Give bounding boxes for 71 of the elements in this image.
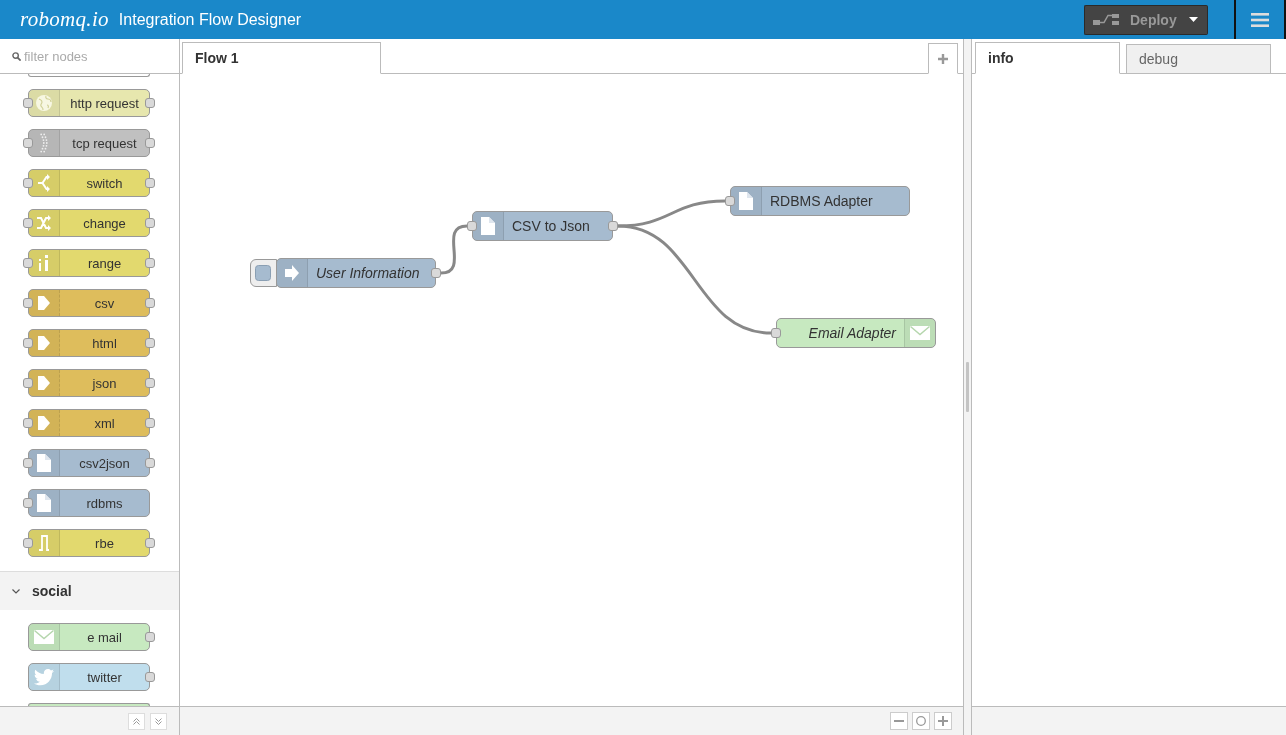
palette-node[interactable]: csv xyxy=(28,289,150,317)
caret-icon xyxy=(1189,17,1198,22)
category-header[interactable]: social xyxy=(0,572,179,610)
sidebar-tab[interactable]: info xyxy=(975,42,1120,74)
plus-icon xyxy=(938,716,948,726)
flow-tab[interactable]: Flow 1 xyxy=(182,42,381,74)
palette-node[interactable]: http request xyxy=(28,89,150,117)
circle-icon xyxy=(916,716,926,726)
arrow-icon xyxy=(38,295,50,311)
inject-button[interactable] xyxy=(250,259,277,287)
bird-icon xyxy=(34,668,54,686)
menu-button[interactable] xyxy=(1234,0,1286,39)
deploy-menu-button[interactable] xyxy=(1180,4,1208,35)
arrow-icon xyxy=(38,375,50,391)
add-flow-button[interactable] xyxy=(928,43,958,74)
square-icon xyxy=(255,265,271,281)
output-port[interactable] xyxy=(608,221,618,231)
shuffle-icon xyxy=(37,215,51,231)
minus-icon xyxy=(894,720,904,722)
logo-text: robomq.io xyxy=(20,7,109,32)
input-port[interactable] xyxy=(771,328,781,338)
linked-boxes-icon xyxy=(1093,13,1119,26)
palette-node[interactable] xyxy=(28,74,150,77)
arrow-icon xyxy=(38,335,50,351)
sidebar-tab[interactable]: debug xyxy=(1126,44,1271,74)
menu-icon xyxy=(1251,12,1269,27)
double-chevron-down-icon xyxy=(155,717,162,725)
palette-node[interactable]: rbe xyxy=(28,529,150,557)
flow-node[interactable]: RDBMS Adapter xyxy=(730,186,910,216)
input-port[interactable] xyxy=(467,221,477,231)
arrow-icon xyxy=(285,265,299,281)
document-icon xyxy=(481,217,495,235)
splitter-handle[interactable] xyxy=(966,362,969,412)
envelope-icon xyxy=(910,326,930,340)
input-port[interactable] xyxy=(725,196,735,206)
bars-icon xyxy=(39,255,49,271)
wire xyxy=(440,224,468,275)
dots-icon xyxy=(39,133,49,153)
palette-node[interactable]: twitter xyxy=(28,663,150,691)
plus-icon xyxy=(938,53,948,64)
palette-node[interactable]: json xyxy=(28,369,150,397)
palette-node[interactable]: rdbms xyxy=(28,489,150,517)
palette-node[interactable] xyxy=(28,703,150,706)
step-icon xyxy=(39,535,49,551)
collapse-all-button[interactable] xyxy=(128,712,145,730)
arrow-icon xyxy=(38,415,50,431)
branch-arrows-icon xyxy=(38,174,50,192)
app-title: Integration Flow Designer xyxy=(118,10,302,29)
palette-node[interactable]: xml xyxy=(28,409,150,437)
zoom-in-button[interactable] xyxy=(934,712,952,730)
output-port[interactable] xyxy=(431,268,441,278)
zoom-out-button[interactable] xyxy=(890,712,908,730)
flow-node[interactable]: Email Adapter xyxy=(776,318,936,348)
palette-node[interactable]: e mail xyxy=(28,623,150,651)
expand-all-button[interactable] xyxy=(150,712,167,730)
palette-node[interactable]: range xyxy=(28,249,150,277)
palette-node[interactable]: switch xyxy=(28,169,150,197)
zoom-reset-button[interactable] xyxy=(912,712,930,730)
envelope-icon xyxy=(34,630,54,644)
palette-node[interactable]: csv2json xyxy=(28,449,150,477)
double-chevron-up-icon xyxy=(133,717,140,725)
search-icon xyxy=(12,52,21,61)
palette-node[interactable]: change xyxy=(28,209,150,237)
palette-node[interactable]: tcp request xyxy=(28,129,150,157)
flow-node[interactable]: CSV to Json xyxy=(472,211,613,241)
flow-node[interactable]: User Information xyxy=(276,258,436,288)
document-icon xyxy=(37,494,51,512)
palette-node[interactable]: html xyxy=(28,329,150,357)
document-icon xyxy=(739,192,753,210)
document-icon xyxy=(37,454,51,472)
globe-icon xyxy=(36,95,52,111)
